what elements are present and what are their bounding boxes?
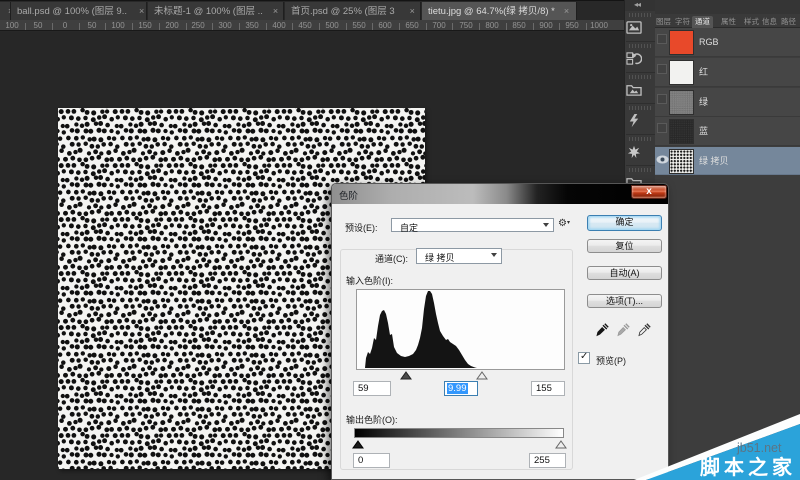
svg-text:脚本之家: 脚本之家 — [700, 455, 796, 479]
svg-text:jb51.net: jb51.net — [736, 441, 782, 455]
